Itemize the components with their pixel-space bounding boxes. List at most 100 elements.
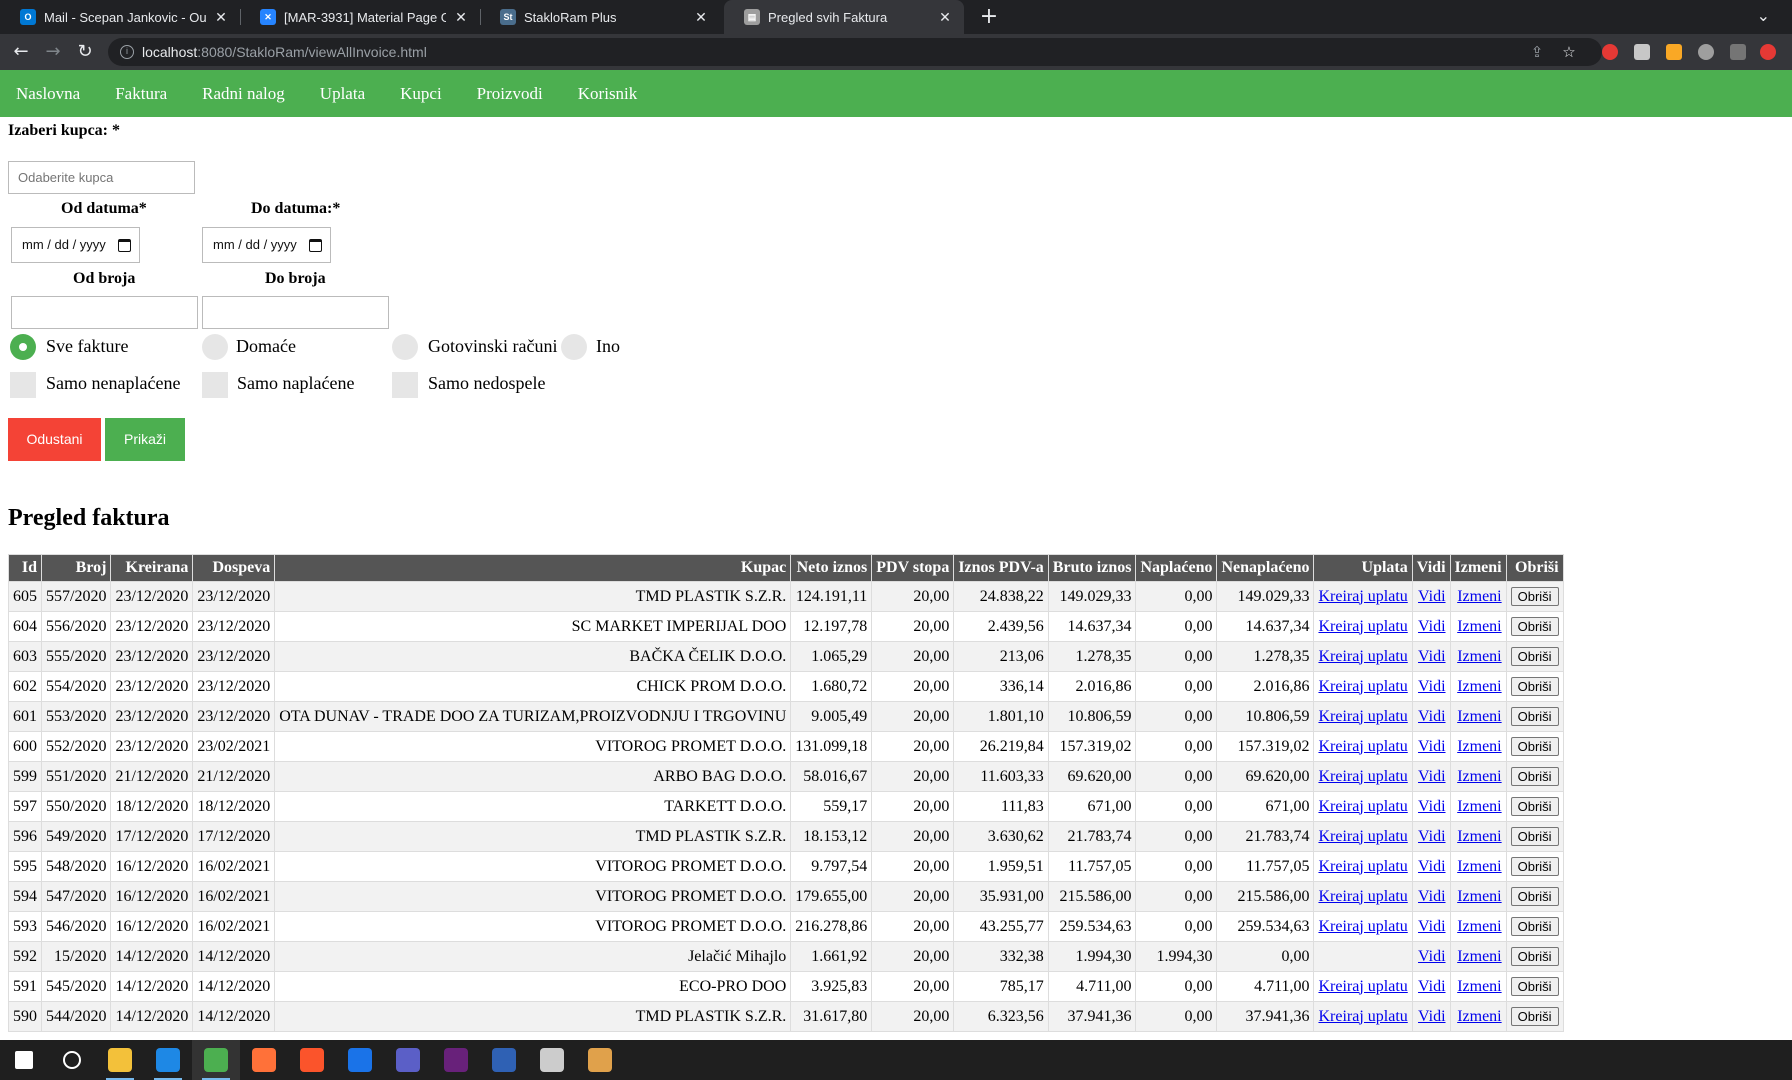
nav-radni-nalog[interactable]: Radni nalog xyxy=(202,84,285,104)
delete-button[interactable]: Obriši xyxy=(1510,737,1559,756)
create-payment-link[interactable]: Kreiraj uplatu xyxy=(1318,738,1407,755)
create-payment-link[interactable]: Kreiraj uplatu xyxy=(1318,918,1407,935)
search-taskbar-button[interactable] xyxy=(48,1040,96,1080)
edit-link[interactable]: Izmeni xyxy=(1457,798,1501,815)
delete-button[interactable]: Obriši xyxy=(1510,617,1559,636)
tab-close-icon[interactable]: ✕ xyxy=(936,9,954,26)
share-icon[interactable]: ⇪ xyxy=(1528,43,1546,61)
radio-all-invoices[interactable] xyxy=(10,334,36,360)
tab-close-icon[interactable]: ✕ xyxy=(692,9,710,26)
view-link[interactable]: Vidi xyxy=(1418,768,1445,785)
windows-start-taskbar-button[interactable] xyxy=(0,1040,48,1080)
edit-link[interactable]: Izmeni xyxy=(1457,708,1501,725)
tab-search-chevron-icon[interactable]: ⌄ xyxy=(1757,6,1770,25)
edit-link[interactable]: Izmeni xyxy=(1457,588,1501,605)
edit-link[interactable]: Izmeni xyxy=(1457,888,1501,905)
create-payment-link[interactable]: Kreiraj uplatu xyxy=(1318,708,1407,725)
delete-button[interactable]: Obriši xyxy=(1510,647,1559,666)
from-date-input[interactable]: mm / dd / yyyy xyxy=(11,227,140,263)
customer-input[interactable] xyxy=(8,161,195,194)
delete-button[interactable]: Obriši xyxy=(1510,767,1559,786)
extension-chat-icon[interactable] xyxy=(1698,44,1714,60)
nav-kupci[interactable]: Kupci xyxy=(400,84,442,104)
bookmark-star-icon[interactable]: ☆ xyxy=(1560,43,1578,61)
create-payment-link[interactable]: Kreiraj uplatu xyxy=(1318,828,1407,845)
terminal-taskbar-button[interactable] xyxy=(528,1040,576,1080)
cancel-button[interactable]: Odustani xyxy=(8,418,101,461)
from-number-input[interactable] xyxy=(11,296,198,329)
view-link[interactable]: Vidi xyxy=(1418,828,1445,845)
edit-link[interactable]: Izmeni xyxy=(1457,1008,1501,1025)
forward-arrow-icon[interactable]: → xyxy=(42,41,64,63)
view-link[interactable]: Vidi xyxy=(1418,918,1445,935)
profile-avatar-icon[interactable] xyxy=(1760,44,1776,60)
reload-icon[interactable]: ↻ xyxy=(74,41,96,63)
radio-domestic[interactable] xyxy=(202,334,228,360)
extension-c-icon[interactable] xyxy=(1730,44,1746,60)
edit-link[interactable]: Izmeni xyxy=(1457,918,1501,935)
edit-link[interactable]: Izmeni xyxy=(1457,678,1501,695)
extension-red-icon[interactable] xyxy=(1602,44,1618,60)
nav-naslovna[interactable]: Naslovna xyxy=(16,84,80,104)
browser-tab[interactable]: ▤ Pregled svih Faktura ✕ xyxy=(724,0,964,34)
teams-taskbar-button[interactable] xyxy=(384,1040,432,1080)
delete-button[interactable]: Obriši xyxy=(1510,1007,1559,1026)
view-link[interactable]: Vidi xyxy=(1418,948,1445,965)
delete-button[interactable]: Obriši xyxy=(1510,707,1559,726)
calendar-icon[interactable] xyxy=(309,239,322,252)
nav-faktura[interactable]: Faktura xyxy=(115,84,167,104)
firefox-taskbar-button[interactable] xyxy=(240,1040,288,1080)
radio-cash[interactable] xyxy=(392,334,418,360)
radio-foreign[interactable] xyxy=(561,334,587,360)
view-link[interactable]: Vidi xyxy=(1418,858,1445,875)
view-link[interactable]: Vidi xyxy=(1418,648,1445,665)
create-payment-link[interactable]: Kreiraj uplatu xyxy=(1318,768,1407,785)
edit-link[interactable]: Izmeni xyxy=(1457,738,1501,755)
delete-button[interactable]: Obriši xyxy=(1510,917,1559,936)
chrome-taskbar-button[interactable] xyxy=(192,1040,240,1080)
view-link[interactable]: Vidi xyxy=(1418,678,1445,695)
view-link[interactable]: Vidi xyxy=(1418,588,1445,605)
edit-link[interactable]: Izmeni xyxy=(1457,978,1501,995)
edit-link[interactable]: Izmeni xyxy=(1457,858,1501,875)
edit-link[interactable]: Izmeni xyxy=(1457,648,1501,665)
calendar-icon[interactable] xyxy=(118,239,131,252)
edit-link[interactable]: Izmeni xyxy=(1457,768,1501,785)
nav-uplata[interactable]: Uplata xyxy=(320,84,365,104)
view-link[interactable]: Vidi xyxy=(1418,618,1445,635)
maps-taskbar-button[interactable] xyxy=(336,1040,384,1080)
show-button[interactable]: Prikaži xyxy=(105,418,185,461)
new-tab-button[interactable]: + xyxy=(976,4,1002,30)
extension-cube-icon[interactable] xyxy=(1634,44,1650,60)
create-payment-link[interactable]: Kreiraj uplatu xyxy=(1318,618,1407,635)
create-payment-link[interactable]: Kreiraj uplatu xyxy=(1318,978,1407,995)
virtualbox-taskbar-button[interactable] xyxy=(480,1040,528,1080)
delete-button[interactable]: Obriši xyxy=(1510,887,1559,906)
browser-tab[interactable]: O Mail - Scepan Jankovic - Outlook ✕ xyxy=(0,0,240,34)
checkbox-not-due[interactable] xyxy=(392,372,418,398)
visual-studio-taskbar-button[interactable] xyxy=(432,1040,480,1080)
edit-link[interactable]: Izmeni xyxy=(1457,948,1501,965)
create-payment-link[interactable]: Kreiraj uplatu xyxy=(1318,798,1407,815)
view-link[interactable]: Vidi xyxy=(1418,708,1445,725)
to-date-input[interactable]: mm / dd / yyyy xyxy=(202,227,331,263)
extension-batman-icon[interactable] xyxy=(1666,44,1682,60)
delete-button[interactable]: Obriši xyxy=(1510,677,1559,696)
nav-proizvodi[interactable]: Proizvodi xyxy=(477,84,543,104)
paint-taskbar-button[interactable] xyxy=(576,1040,624,1080)
create-payment-link[interactable]: Kreiraj uplatu xyxy=(1318,678,1407,695)
create-payment-link[interactable]: Kreiraj uplatu xyxy=(1318,1008,1407,1025)
tab-close-icon[interactable]: ✕ xyxy=(212,9,230,26)
delete-button[interactable]: Obriši xyxy=(1510,977,1559,996)
browser-tab[interactable]: St StakloRam Plus ✕ xyxy=(480,0,720,34)
delete-button[interactable]: Obriši xyxy=(1510,947,1559,966)
delete-button[interactable]: Obriši xyxy=(1510,587,1559,606)
brave-taskbar-button[interactable] xyxy=(288,1040,336,1080)
view-link[interactable]: Vidi xyxy=(1418,978,1445,995)
to-number-input[interactable] xyxy=(202,296,389,329)
create-payment-link[interactable]: Kreiraj uplatu xyxy=(1318,648,1407,665)
create-payment-link[interactable]: Kreiraj uplatu xyxy=(1318,588,1407,605)
tab-close-icon[interactable]: ✕ xyxy=(452,9,470,26)
vscode-taskbar-button[interactable] xyxy=(144,1040,192,1080)
view-link[interactable]: Vidi xyxy=(1418,1008,1445,1025)
